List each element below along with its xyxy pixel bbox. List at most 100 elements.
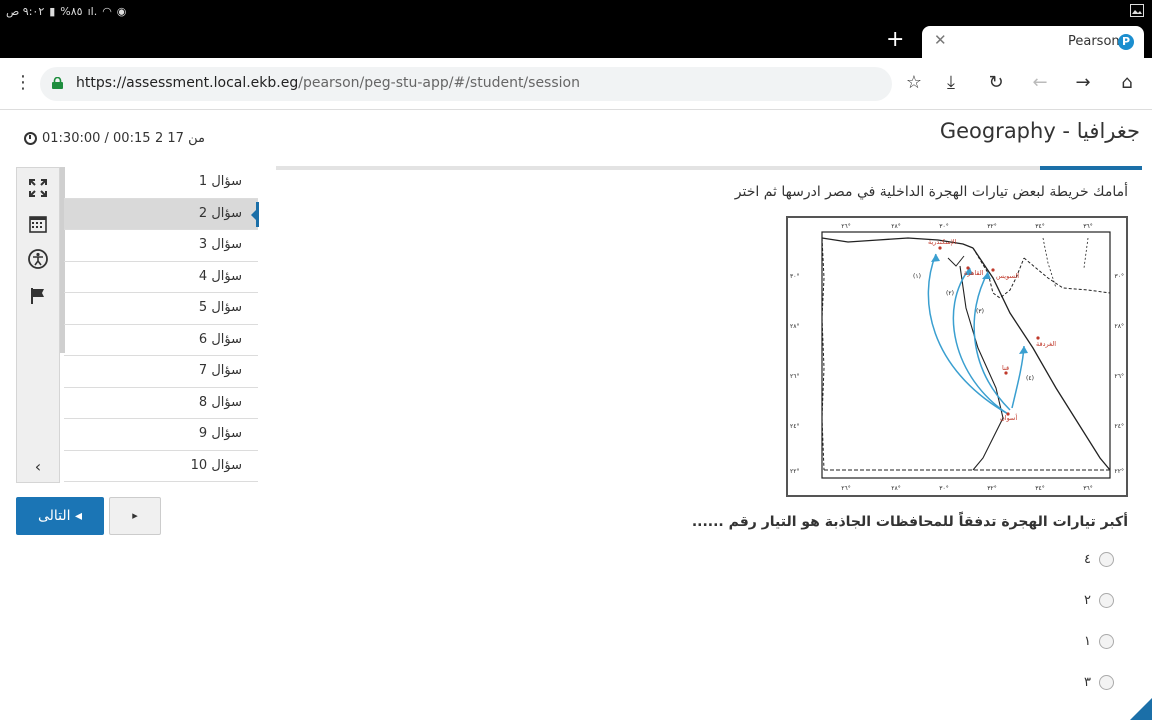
new-tab-icon[interactable]: + [886,27,904,52]
question-nav-item-3[interactable]: سؤال 3 [64,230,258,262]
tab-pearson[interactable]: ✕ Pearson P [922,26,1144,58]
status-bar: ٩:٠٢ ص ▮ %٨٥ ıl. ◠ ◉ [0,0,1152,24]
timer-text: 01:30:00 / 00:15 [42,131,151,146]
map-tick-right: ٢٤° [1115,423,1124,430]
city-hurghada: الغردقة [1036,340,1056,348]
browser-toolbar: ⋮ https://assessment.local.ekb.eg/pearso… [0,58,1152,110]
header-divider [276,166,1142,170]
collapse-chevron-icon[interactable]: ‹ [17,453,59,481]
clock-icon [24,132,37,145]
delta [947,255,965,267]
question-nav-item-9[interactable]: سؤال 9 [64,419,258,451]
download-icon[interactable]: ⤓ [940,72,962,93]
answer-option-label: ٢ [1084,593,1091,608]
radio-button[interactable] [1099,552,1114,567]
question-nav-item-7[interactable]: سؤال 7 [64,356,258,388]
map-tick-top: ٢٦° [841,223,850,230]
map-tick-bottom: ٢٨° [891,485,900,492]
map-tick-bottom: ٢٦° [841,485,850,492]
question-nav-item-10[interactable]: سؤال 10 [64,451,258,482]
answer-option-4[interactable]: ٣ [1084,675,1114,690]
map-tick-top: ٣٦° [1083,223,1092,230]
status-icons: ٩:٠٢ ص ▮ %٨٥ ıl. ◠ ◉ [6,5,126,18]
map-tick-left: ٢٤° [790,423,799,430]
question-progress: 2 من 17 [155,131,205,146]
clock-text: ٩:٠٢ ص [6,5,45,18]
gallery-icon [1130,4,1144,20]
answer-option-label: ٤ [1084,552,1091,567]
tool-rail: ‹ [16,167,60,483]
notification-icon: ◉ [116,5,127,18]
signal-icon: ıl. [87,5,98,18]
question-nav-item-2[interactable]: سؤال 2 [64,198,259,230]
home-icon[interactable]: ⌂ [1116,72,1138,93]
question-nav-item-4[interactable]: سؤال 4 [64,262,258,293]
map-tick-bottom: ٣٢° [987,485,996,492]
next-button[interactable]: التالى ◂ [16,497,104,535]
battery-text: %٨٥ [60,5,83,18]
header-accent [1040,166,1142,170]
wifi-icon: ◠ [102,5,112,18]
radio-button[interactable] [1099,593,1114,608]
timer: 01:30:00 / 00:15 [24,131,151,146]
arabia-border [1083,237,1089,269]
map-svg: ٢٦° ٢٨° ٣٠° ٣٢° ٣٤° ٣٦° ٢٦° ٢٨° ٣٠° ٣٢° ٣٤° ٣٦° ٣٠° ٢… [790,223,1124,492]
tab-title: Pearson [1068,34,1120,49]
stream-label-3: (٣) [976,308,984,315]
map-tick-left: ٣٠° [790,273,799,280]
stream-label-1: (١) [913,273,921,280]
city-alexandria: الإسكندرية [928,238,957,246]
reload-icon[interactable]: ↻ [985,72,1007,93]
url-path: /pearson/peg-stu-app/#/student/session [298,75,580,91]
stream-4-arrow [1011,345,1025,409]
map-tick-left: ٢٢° [790,468,799,475]
map-tick-bottom: ٣٤° [1035,485,1044,492]
question-list: سؤال 1 سؤال 2 سؤال 3 سؤال 4 سؤال 5 سؤال 6 سؤال… [64,167,259,482]
battery-icon: ▮ [49,5,56,18]
forward-icon[interactable]: → [1072,72,1094,93]
map-tick-right: ٢٢° [1115,468,1124,475]
radio-button[interactable] [1099,634,1114,649]
close-tab-icon[interactable]: ✕ [934,31,947,49]
map-tick-top: ٣٤° [1035,223,1044,230]
map-tick-right: ٣٠° [1115,273,1124,280]
corner-badge-icon [1130,698,1152,720]
city-labels: الإسكندرية القاهرة السويس الغردقة قنا أس… [928,238,1056,422]
city-qena: قنا [1002,364,1009,372]
lock-icon [52,77,63,89]
back-icon[interactable]: ← [1029,72,1051,93]
bookmark-star-icon[interactable]: ☆ [903,72,925,93]
calendar-icon[interactable] [27,213,49,235]
stream-label-2: (٢) [946,290,954,297]
egypt-migration-map: ٢٦° ٢٨° ٣٠° ٣٢° ٣٤° ٣٦° ٢٦° ٢٨° ٣٠° ٣٢° ٣٤° ٣٦° ٣٠° ٢… [786,216,1128,497]
map-tick-bottom: ٣٦° [1083,485,1092,492]
question-nav-item-6[interactable]: سؤال 6 [64,325,258,356]
city-cairo: القاهرة [964,269,984,277]
radio-button[interactable] [1099,675,1114,690]
question-prompt: أمامك خريطة لبعض تيارات الهجرة الداخلية … [734,184,1128,200]
address-bar[interactable]: https://assessment.local.ekb.eg/pearson/… [40,67,892,101]
fullscreen-icon[interactable] [27,177,49,199]
question-nav-item-1[interactable]: سؤال 1 [64,167,258,199]
city-suez: السويس [996,272,1019,280]
jordan-border [1042,237,1057,289]
url-host: https://assessment.local.ekb.eg [76,75,299,91]
accessibility-icon[interactable] [27,248,49,270]
map-tick-bottom: ٣٠° [939,485,948,492]
northeast-border [1023,257,1111,294]
question-nav-item-5[interactable]: سؤال 5 [64,293,258,325]
page-title: Geography - جغرافيا [939,119,1140,143]
menu-icon[interactable]: ⋮ [14,72,32,93]
answer-option-3[interactable]: ١ [1084,634,1114,649]
map-tick-right: ٢٦° [1115,373,1124,380]
answer-option-label: ١ [1084,634,1091,649]
flag-icon[interactable] [27,285,49,307]
answer-option-2[interactable]: ٢ [1084,593,1114,608]
stream-label-4: (٤) [1026,375,1034,382]
question-nav-item-8[interactable]: سؤال 8 [64,388,258,419]
answer-option-1[interactable]: ٤ [1084,552,1114,567]
pearson-favicon-icon: P [1118,34,1134,50]
map-tick-left: ٢٨° [790,323,799,330]
url-text[interactable]: https://assessment.local.ekb.eg/pearson/… [76,75,580,91]
play-button[interactable]: ▸ [109,497,161,535]
